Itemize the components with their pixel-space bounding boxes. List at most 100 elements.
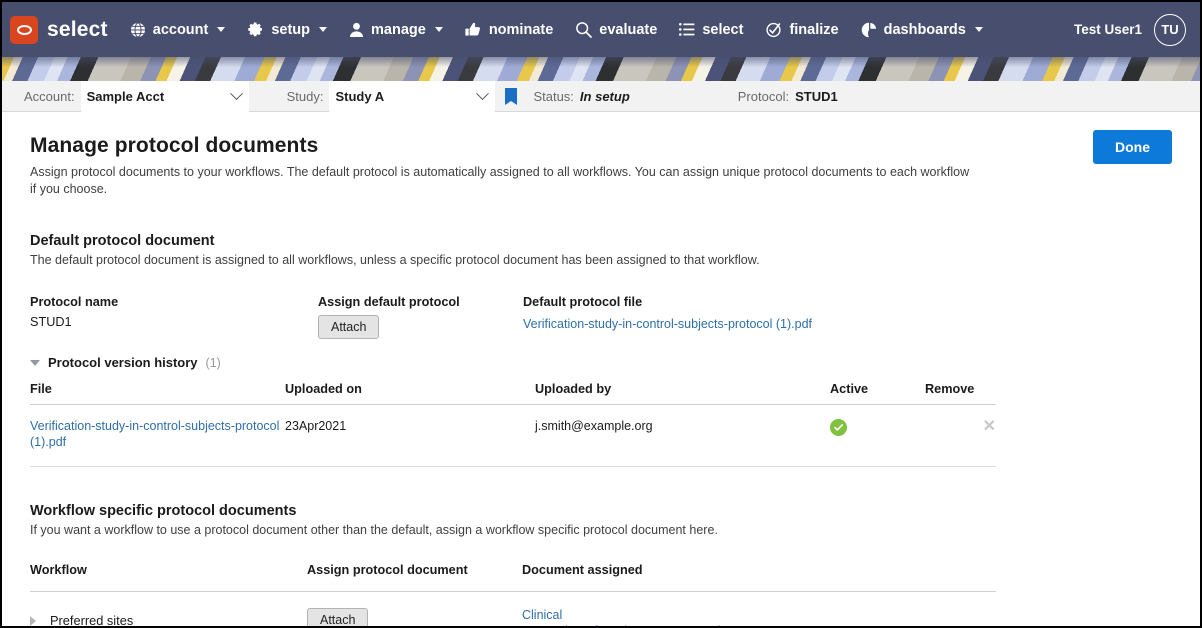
nav-label-manage: manage xyxy=(371,21,426,38)
version-file-link[interactable]: Verification-study-in-control-subjects-p… xyxy=(30,419,285,450)
study-filter-label: Study: xyxy=(286,88,324,104)
assign-default-label: Assign default protocol xyxy=(318,295,460,309)
nav-item-nominate[interactable]: nominate xyxy=(465,22,553,38)
app-logo-icon xyxy=(10,15,38,44)
column-header-remove: Remove xyxy=(925,382,996,405)
close-icon[interactable]: ✕ xyxy=(983,419,996,435)
table-header-row: File Uploaded on Uploaded by Active Remo… xyxy=(30,382,996,405)
protocol-name-column: Protocol name STUD1 xyxy=(30,295,318,339)
version-history-table: File Uploaded on Uploaded by Active Remo… xyxy=(30,382,996,468)
workflow-name: Preferred sites xyxy=(50,613,134,628)
chevron-down-icon xyxy=(319,27,328,32)
column-header-assign-document: Assign protocol document xyxy=(307,563,468,578)
check-circle-icon xyxy=(765,21,782,38)
column-header-uploaded-on: Uploaded on xyxy=(285,382,535,405)
avatar[interactable]: TU xyxy=(1154,13,1186,46)
brand-logo-group[interactable]: select xyxy=(10,15,108,44)
bookmark-icon[interactable] xyxy=(505,87,518,105)
status-label: Status: xyxy=(533,88,574,104)
workflow-section-description: If you want a workflow to use a protocol… xyxy=(30,523,718,538)
workflow-attach-cell: Attach xyxy=(307,608,522,626)
nav-item-account[interactable]: account xyxy=(130,22,226,38)
cell-remove: ✕ xyxy=(925,404,996,468)
list-icon xyxy=(679,22,695,37)
chevron-down-icon xyxy=(217,27,226,32)
search-icon xyxy=(575,21,593,38)
account-select-value: Sample Acct xyxy=(86,88,165,104)
cell-uploaded-on: 23Apr2021 xyxy=(285,404,535,468)
column-header-file: File xyxy=(30,382,285,405)
nav-item-setup[interactable]: setup xyxy=(247,21,328,38)
default-section-heading: Default protocol document xyxy=(30,233,215,249)
person-icon xyxy=(349,22,364,38)
workflow-document-line1: Clinical xyxy=(522,608,563,623)
cell-file: Verification-study-in-control-subjects-p… xyxy=(30,404,285,468)
nav-item-finalize[interactable]: finalize xyxy=(765,21,839,38)
thumbs-up-icon xyxy=(465,22,482,38)
nav-item-manage[interactable]: manage xyxy=(349,22,443,38)
nav-item-evaluate[interactable]: evaluate xyxy=(575,21,657,38)
user-menu[interactable]: Test User1 TU xyxy=(1074,2,1186,57)
version-history-count: (1) xyxy=(205,355,221,370)
default-protocol-row: Protocol name STUD1 Assign default proto… xyxy=(30,295,1172,339)
workflow-document-link[interactable]: Clinical Protocol_Preferred_999_9999_02.… xyxy=(522,608,740,626)
version-history-label: Protocol version history xyxy=(48,355,198,370)
check-circle-icon xyxy=(830,419,847,436)
nav-items: account setup manage nominate evaluate s… xyxy=(130,21,983,38)
version-history-toggle[interactable]: Protocol version history (1) xyxy=(30,355,1172,370)
page-subtitle: Assign protocol documents to your workfl… xyxy=(30,165,970,196)
nav-label-account: account xyxy=(152,21,209,38)
workflow-document-line2: Protocol_Preferred_999_9999_02.docx xyxy=(522,624,740,626)
column-header-active: Active xyxy=(830,382,925,405)
nav-label-evaluate: evaluate xyxy=(599,21,658,38)
top-navigation-bar: select account setup manage nominate eva… xyxy=(2,2,1200,57)
table-row: Verification-study-in-control-subjects-p… xyxy=(30,404,996,468)
context-filter-bar: Account: Sample Acct Study: Study A Stat… xyxy=(2,80,1200,112)
protocol-value: STUD1 xyxy=(795,88,838,104)
study-select[interactable]: Study A xyxy=(329,80,496,112)
decorative-banner-image xyxy=(2,57,1200,81)
attach-default-button[interactable]: Attach xyxy=(318,315,380,339)
column-header-uploaded-by: Uploaded by xyxy=(535,382,830,405)
protocol-name-label: Protocol name xyxy=(30,295,119,309)
chevron-right-icon[interactable] xyxy=(30,615,36,626)
user-name-label: Test User1 xyxy=(1073,22,1142,37)
workflow-table-header: Workflow Assign protocol document Docume… xyxy=(30,563,996,593)
chevron-down-icon xyxy=(434,27,443,32)
nav-label-select: select xyxy=(702,21,744,38)
nav-item-select[interactable]: select xyxy=(679,22,743,38)
column-header-document-assigned: Document assigned xyxy=(522,563,643,578)
pie-chart-icon xyxy=(861,22,877,38)
brand-name: select xyxy=(47,17,108,41)
gear-icon xyxy=(247,21,264,38)
cell-active xyxy=(830,404,925,468)
main-content: Done Manage protocol documents Assign pr… xyxy=(2,112,1200,628)
attach-workflow-button[interactable]: Attach xyxy=(307,608,369,626)
nav-label-finalize: finalize xyxy=(789,21,839,38)
app-window: select account setup manage nominate eva… xyxy=(0,0,1202,628)
chevron-down-icon xyxy=(476,86,490,100)
account-select[interactable]: Sample Acct xyxy=(80,80,249,112)
protocol-field: Protocol: STUD1 xyxy=(738,81,838,112)
study-filter[interactable]: Study: Study A xyxy=(286,80,496,112)
chevron-down-icon xyxy=(974,27,983,32)
chevron-down-icon xyxy=(229,86,243,100)
protocol-name-value: STUD1 xyxy=(30,315,72,329)
account-filter-label: Account: xyxy=(24,88,75,104)
nav-label-setup: setup xyxy=(271,21,311,38)
chevron-down-icon xyxy=(30,359,40,366)
table-row: Preferred sites Attach Clinical Protocol… xyxy=(30,608,996,628)
column-header-workflow: Workflow xyxy=(30,563,87,578)
workflow-section-heading: Workflow specific protocol documents xyxy=(30,503,297,520)
default-section-description: The default protocol document is assigne… xyxy=(30,253,760,267)
status-field: Status: In setup xyxy=(533,81,629,112)
protocol-label: Protocol: xyxy=(737,88,790,104)
default-file-link[interactable]: Verification-study-in-control-subjects-p… xyxy=(523,317,812,333)
account-filter[interactable]: Account: Sample Acct xyxy=(24,80,249,112)
workflow-document-cell: Clinical Protocol_Preferred_999_9999_02.… xyxy=(522,608,996,626)
workflow-name-cell[interactable]: Preferred sites xyxy=(30,608,307,628)
nav-label-dashboards: dashboards xyxy=(883,21,966,38)
default-file-label: Default protocol file xyxy=(523,295,643,309)
done-button[interactable]: Done xyxy=(1093,130,1172,164)
nav-item-dashboards[interactable]: dashboards xyxy=(861,22,983,38)
